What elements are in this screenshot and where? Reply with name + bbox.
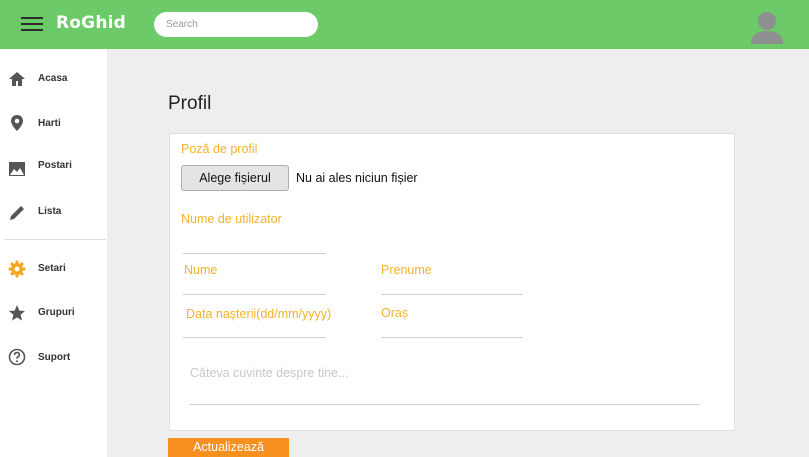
page-title: Profil bbox=[168, 93, 212, 114]
pencil-icon bbox=[10, 206, 24, 220]
sidebar-item-label: Postari bbox=[38, 160, 72, 171]
search-input[interactable] bbox=[154, 12, 318, 37]
sidebar-item-harti[interactable]: Harti bbox=[0, 104, 107, 144]
brand-logo[interactable]: RoGhid bbox=[56, 13, 126, 33]
sidebar-item-label: Acasa bbox=[38, 73, 68, 84]
username-label: Nume de utilizator bbox=[181, 212, 282, 226]
city-field[interactable] bbox=[381, 315, 523, 338]
sidebar: Acasa Harti Postari Lista Setari Grupuri… bbox=[0, 49, 107, 457]
firstname-field[interactable] bbox=[381, 272, 523, 295]
sidebar-item-acasa[interactable]: Acasa bbox=[0, 59, 107, 99]
map-pin-icon bbox=[11, 115, 23, 131]
sidebar-item-label: Harti bbox=[38, 118, 61, 129]
sidebar-item-suport[interactable]: Suport bbox=[0, 339, 107, 379]
sidebar-divider bbox=[4, 239, 106, 240]
image-icon bbox=[9, 162, 25, 176]
sidebar-item-grupuri[interactable]: Grupuri bbox=[0, 294, 107, 334]
help-circle-icon bbox=[8, 348, 26, 366]
choose-file-button[interactable]: Alege fișierul bbox=[181, 165, 289, 191]
top-bar: RoGhid bbox=[0, 0, 809, 49]
sidebar-item-setari[interactable]: Setari bbox=[0, 249, 107, 289]
star-icon bbox=[9, 305, 25, 321]
menu-icon[interactable] bbox=[21, 16, 43, 33]
lastname-field[interactable] bbox=[183, 272, 326, 295]
update-button[interactable]: Actualizează bbox=[168, 438, 289, 457]
sidebar-item-lista[interactable]: Lista bbox=[0, 194, 107, 234]
sidebar-item-label: Setari bbox=[38, 263, 66, 274]
sidebar-item-label: Grupuri bbox=[38, 307, 75, 318]
birthdate-field[interactable] bbox=[183, 315, 326, 338]
sidebar-item-label: Suport bbox=[38, 352, 71, 363]
sidebar-item-postari[interactable]: Postari bbox=[0, 149, 107, 189]
sidebar-item-label: Lista bbox=[38, 206, 62, 217]
username-field[interactable] bbox=[183, 231, 326, 254]
gear-icon bbox=[8, 260, 26, 278]
user-avatar-icon[interactable] bbox=[750, 11, 784, 44]
about-textarea[interactable] bbox=[190, 358, 700, 405]
profile-picture-label: Poză de profil bbox=[181, 142, 258, 156]
home-icon bbox=[9, 72, 25, 86]
file-status-text: Nu ai ales niciun fișier bbox=[296, 171, 418, 185]
